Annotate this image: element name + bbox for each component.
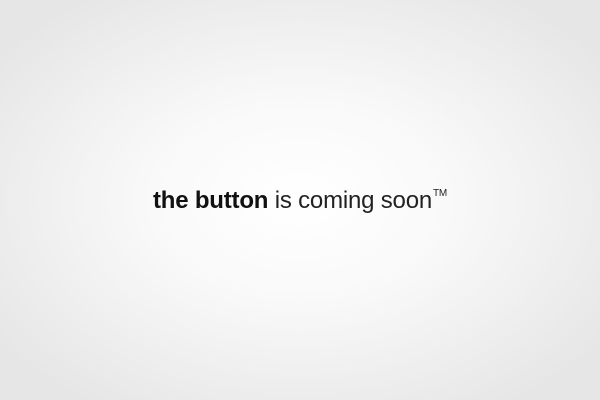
product-name: the button [152,187,269,214]
splash-screen: the button is coming soonTM [0,0,600,400]
coming-soon-text: is coming soon [274,187,432,214]
trademark-mark: TM [433,188,448,199]
coming-soon-headline: the button is coming soonTM [0,183,600,219]
